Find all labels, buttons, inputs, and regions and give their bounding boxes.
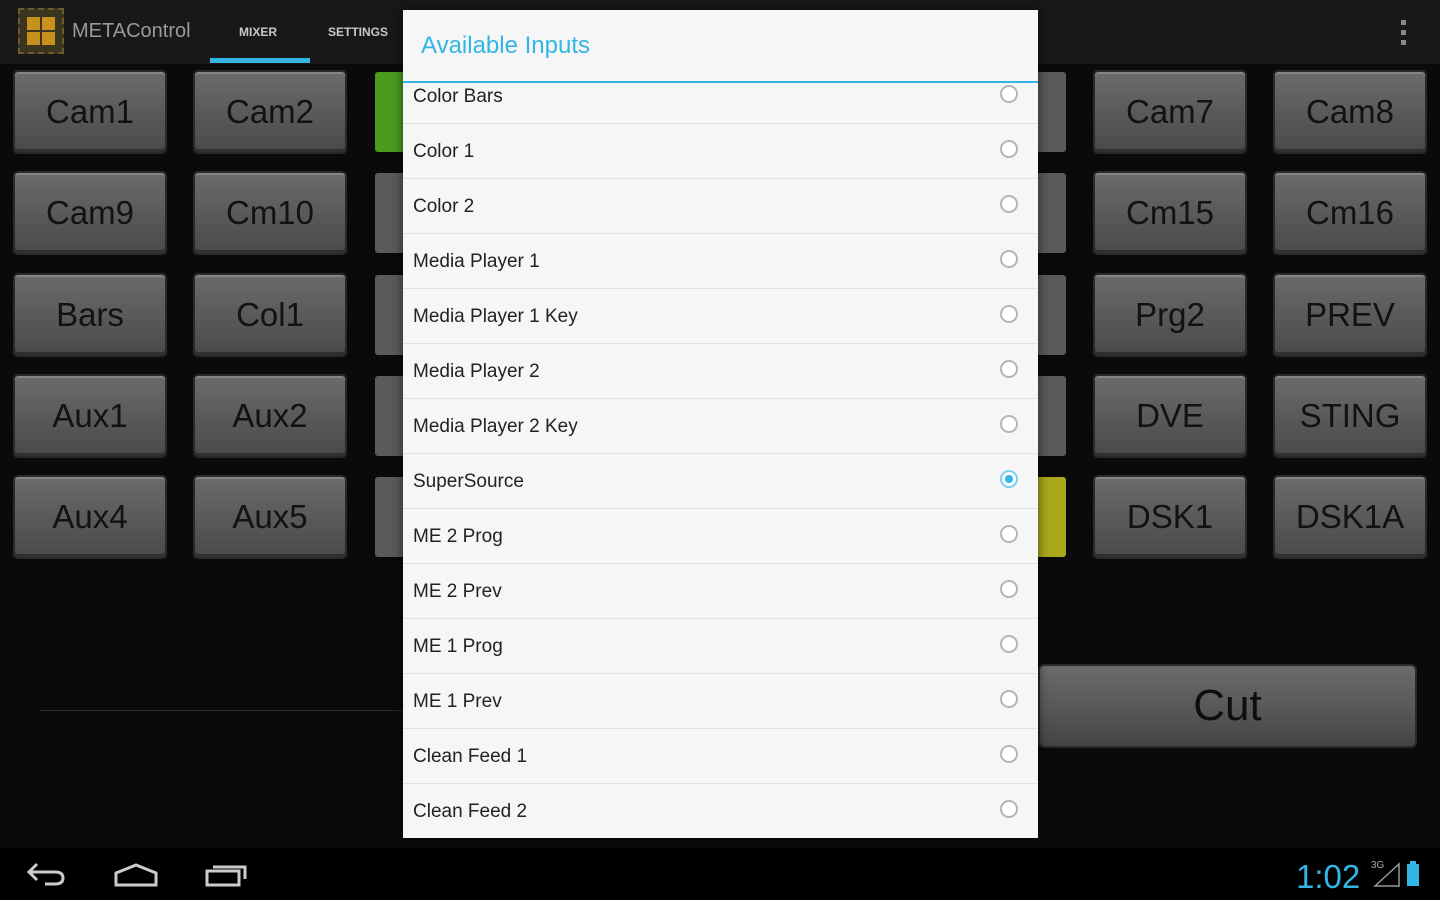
radio-unselected-icon[interactable] xyxy=(1000,85,1018,103)
source-button-cm10[interactable]: Cm10 xyxy=(195,173,345,253)
tab-settings[interactable]: SETTINGS xyxy=(328,25,388,39)
source-button-dsk1[interactable]: DSK1 xyxy=(1095,477,1245,557)
radio-unselected-icon[interactable] xyxy=(1000,415,1018,433)
recent-apps-icon[interactable] xyxy=(203,862,249,888)
source-button-preview-active[interactable] xyxy=(1036,477,1066,557)
back-icon[interactable] xyxy=(25,860,67,888)
source-button-aux2[interactable]: Aux2 xyxy=(195,376,345,456)
input-option-label: ME 2 Prog xyxy=(413,526,503,547)
input-option-label: ME 1 Prog xyxy=(413,636,503,657)
tab-mixer[interactable]: MIXER xyxy=(239,25,277,39)
source-button-hidden[interactable] xyxy=(375,376,405,456)
available-inputs-dialog: Available Inputs Color Bars Color 1 Color … xyxy=(403,10,1038,838)
source-button-aux1[interactable]: Aux1 xyxy=(15,376,165,456)
source-button-hidden[interactable] xyxy=(375,477,405,557)
input-option-label: Clean Feed 1 xyxy=(413,746,528,767)
radio-unselected-icon[interactable] xyxy=(1000,195,1018,213)
input-option-row[interactable]: Media Player 1 Key xyxy=(403,289,1038,344)
radio-unselected-icon[interactable] xyxy=(1000,580,1018,598)
input-option-row[interactable]: ME 1 Prog xyxy=(403,619,1038,674)
source-button-cm16[interactable]: Cm16 xyxy=(1275,173,1425,253)
source-button-cam2[interactable]: Cam2 xyxy=(195,72,345,152)
input-option-label: ME 1 Prev xyxy=(413,691,502,712)
source-button-hidden[interactable] xyxy=(375,275,405,355)
input-option-row[interactable]: Color Bars xyxy=(403,83,1038,124)
input-option-label: Media Player 1 Key xyxy=(413,306,578,327)
radio-unselected-icon[interactable] xyxy=(1000,635,1018,653)
input-option-label: Clean Feed 2 xyxy=(413,801,528,822)
input-option-label: Media Player 1 xyxy=(413,251,540,272)
source-button-prg2[interactable]: Prg2 xyxy=(1095,275,1245,355)
app-title: METAControl xyxy=(72,20,191,42)
input-option-label: Color Bars xyxy=(413,86,503,107)
cut-button[interactable]: Cut xyxy=(1040,666,1415,746)
home-icon[interactable] xyxy=(113,862,159,888)
source-button-col1[interactable]: Col1 xyxy=(195,275,345,355)
system-navigation-bar: 1:02 3G xyxy=(0,848,1440,900)
input-option-label: SuperSource xyxy=(413,471,524,492)
source-button-cam7[interactable]: Cam7 xyxy=(1095,72,1245,152)
radio-unselected-icon[interactable] xyxy=(1000,250,1018,268)
source-button-hidden[interactable] xyxy=(1036,275,1066,355)
app-logo-icon xyxy=(18,8,64,54)
source-button-aux5[interactable]: Aux5 xyxy=(195,477,345,557)
input-option-label: Media Player 2 xyxy=(413,361,540,382)
input-option-label: Color 2 xyxy=(413,196,475,217)
overflow-menu-icon[interactable] xyxy=(1397,20,1411,48)
input-option-row[interactable]: Clean Feed 2 xyxy=(403,784,1038,838)
input-option-row[interactable]: Media Player 2 xyxy=(403,344,1038,399)
source-button-hidden[interactable] xyxy=(1036,173,1066,253)
radio-unselected-icon[interactable] xyxy=(1000,360,1018,378)
input-option-label: Media Player 2 Key xyxy=(413,416,578,437)
input-option-label: Color 1 xyxy=(413,141,475,162)
dialog-title: Available Inputs xyxy=(421,32,591,59)
signal-strength-icon xyxy=(1373,862,1400,887)
source-button-aux4[interactable]: Aux4 xyxy=(15,477,165,557)
source-button-hidden[interactable] xyxy=(375,173,405,253)
source-button-hidden[interactable] xyxy=(1036,376,1066,456)
radio-unselected-icon[interactable] xyxy=(1000,745,1018,763)
source-button-cam8[interactable]: Cam8 xyxy=(1275,72,1425,152)
input-option-row[interactable]: SuperSource xyxy=(403,454,1038,509)
source-button-program-active[interactable] xyxy=(375,72,405,152)
radio-unselected-icon[interactable] xyxy=(1000,525,1018,543)
input-option-label: ME 2 Prev xyxy=(413,581,502,602)
input-option-row[interactable]: Clean Feed 1 xyxy=(403,729,1038,784)
battery-icon xyxy=(1407,861,1419,886)
active-tab-indicator xyxy=(210,58,310,63)
source-button-dve[interactable]: DVE xyxy=(1095,376,1245,456)
source-button-sting[interactable]: STING xyxy=(1275,376,1425,456)
status-clock: 1:02 xyxy=(1296,858,1361,895)
input-option-row[interactable]: Color 1 xyxy=(403,124,1038,179)
source-button-bars[interactable]: Bars xyxy=(15,275,165,355)
input-option-row[interactable]: Color 2 xyxy=(403,179,1038,234)
app-root: METAControl MIXER SETTINGS Cam1 Cam2 Cam… xyxy=(0,0,1440,900)
source-button-cam1[interactable]: Cam1 xyxy=(15,72,165,152)
source-button-dsk1a[interactable]: DSK1A xyxy=(1275,477,1425,557)
radio-unselected-icon[interactable] xyxy=(1000,140,1018,158)
radio-unselected-icon[interactable] xyxy=(1000,305,1018,323)
radio-unselected-icon[interactable] xyxy=(1000,690,1018,708)
input-option-row[interactable]: Media Player 1 xyxy=(403,234,1038,289)
radio-selected-icon[interactable] xyxy=(1000,470,1018,488)
source-button-hidden[interactable] xyxy=(1036,72,1066,152)
input-option-row[interactable]: ME 2 Prev xyxy=(403,564,1038,619)
input-option-row[interactable]: Media Player 2 Key xyxy=(403,399,1038,454)
input-option-row[interactable]: ME 2 Prog xyxy=(403,509,1038,564)
source-button-cm15[interactable]: Cm15 xyxy=(1095,173,1245,253)
divider xyxy=(40,710,402,711)
input-option-row[interactable]: ME 1 Prev xyxy=(403,674,1038,729)
radio-unselected-icon[interactable] xyxy=(1000,800,1018,818)
source-button-cam9[interactable]: Cam9 xyxy=(15,173,165,253)
input-list[interactable]: Color Bars Color 1 Color 2 Media Player 1 Me… xyxy=(403,83,1038,838)
source-button-prev[interactable]: PREV xyxy=(1275,275,1425,355)
